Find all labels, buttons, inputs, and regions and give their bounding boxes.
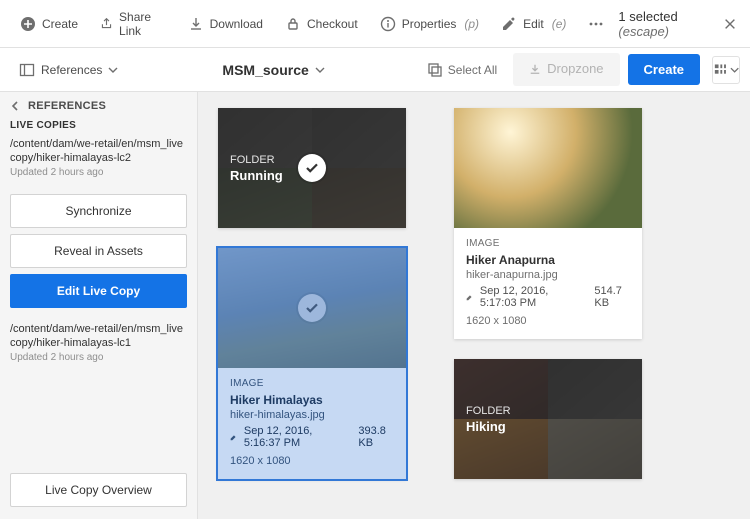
references-rail: REFERENCES LIVE COPIES /content/dam/we-r… xyxy=(0,92,198,519)
chevron-down-icon xyxy=(315,65,325,75)
action-bar: Create Share Link Download Checkout Prop… xyxy=(0,0,750,48)
check-icon[interactable] xyxy=(298,294,326,322)
plus-circle-icon xyxy=(20,16,36,32)
share-icon xyxy=(100,16,113,32)
edit-shortcut: (e) xyxy=(552,17,567,31)
card-type: FOLDER xyxy=(466,405,511,417)
create-action[interactable]: Create xyxy=(10,10,88,38)
checkout-action[interactable]: Checkout xyxy=(275,10,368,38)
card-title: Hiking xyxy=(466,419,511,435)
main-layout: REFERENCES LIVE COPIES /content/dam/we-r… xyxy=(0,92,750,519)
card-type: IMAGE xyxy=(230,378,394,389)
card-date: Sep 12, 2016, 5:17:03 PM xyxy=(480,285,581,309)
synchronize-button[interactable]: Synchronize xyxy=(10,194,187,228)
properties-action[interactable]: Properties (p) xyxy=(370,10,489,38)
chevron-left-icon[interactable] xyxy=(10,101,20,111)
card-dimensions: 1620 x 1080 xyxy=(466,315,630,327)
card-title: Hiker Anapurna xyxy=(466,253,630,267)
rail-toggle-label: References xyxy=(41,63,102,77)
more-actions[interactable] xyxy=(578,10,614,38)
pencil-icon xyxy=(466,292,474,302)
close-selection[interactable] xyxy=(720,12,740,36)
card-filename: hiker-anapurna.jpg xyxy=(466,269,630,281)
breadcrumb[interactable]: MSM_source xyxy=(222,62,324,78)
dropzone-label: Dropzone xyxy=(547,61,603,76)
card-size: 514.7 KB xyxy=(594,285,630,309)
selection-count-text: 1 selected xyxy=(618,9,677,24)
edit-live-copy-label: Edit Live Copy xyxy=(57,284,140,298)
selection-count: 1 selected (escape) xyxy=(618,9,712,39)
select-all-icon xyxy=(428,63,442,77)
livecopy-updated: Updated 2 hours ago xyxy=(10,167,187,178)
card-type: IMAGE xyxy=(466,238,630,249)
livecopy-path: /content/dam/we-retail/en/msm_livecopy/h… xyxy=(10,322,187,350)
chevron-down-icon xyxy=(730,65,739,75)
livecopy-item[interactable]: /content/dam/we-retail/en/msm_livecopy/h… xyxy=(10,322,187,363)
folder-card-running[interactable]: FOLDER Running xyxy=(218,108,406,228)
edit-action[interactable]: Edit (e) xyxy=(491,10,576,38)
create-action-label: Create xyxy=(42,17,78,31)
card-filename: hiker-himalayas.jpg xyxy=(230,409,394,421)
create-button[interactable]: Create xyxy=(628,54,700,85)
chevron-down-icon xyxy=(108,65,118,75)
card-size: 393.8 KB xyxy=(358,425,394,449)
share-link-action[interactable]: Share Link xyxy=(90,4,176,44)
card-date: Sep 12, 2016, 5:16:37 PM xyxy=(244,425,345,449)
livecopy-updated: Updated 2 hours ago xyxy=(10,352,187,363)
rail-heading-row: REFERENCES xyxy=(10,100,187,112)
assets-content: FOLDER Running xyxy=(198,92,750,519)
escape-hint: (escape) xyxy=(618,24,669,39)
properties-label: Properties xyxy=(402,17,457,31)
live-copy-overview-button[interactable]: Live Copy Overview xyxy=(10,473,187,507)
image-card-hiker-himalayas[interactable]: IMAGE Hiker Himalayas hiker-himalayas.jp… xyxy=(218,248,406,479)
info-icon xyxy=(380,16,396,32)
livecopy-path: /content/dam/we-retail/en/msm_livecopy/h… xyxy=(10,137,187,165)
select-all[interactable]: Select All xyxy=(420,59,505,81)
download-label: Download xyxy=(210,17,263,31)
reveal-label: Reveal in Assets xyxy=(54,244,143,258)
folder-card-hiking[interactable]: FOLDER Hiking xyxy=(454,359,642,479)
card-dimensions: 1620 x 1080 xyxy=(230,455,394,467)
share-link-label: Share Link xyxy=(119,10,166,38)
view-switcher[interactable] xyxy=(712,56,740,84)
card-title: Running xyxy=(230,168,283,184)
image-card-hiker-anapurna[interactable]: IMAGE Hiker Anapurna hiker-anapurna.jpg … xyxy=(454,108,642,339)
breadcrumb-label: MSM_source xyxy=(222,62,308,78)
check-icon[interactable] xyxy=(298,154,326,182)
edit-live-copy-button[interactable]: Edit Live Copy xyxy=(10,274,187,308)
rail-subheading: LIVE COPIES xyxy=(10,120,187,131)
download-icon xyxy=(188,16,204,32)
download-action[interactable]: Download xyxy=(178,10,273,38)
synchronize-label: Synchronize xyxy=(65,204,131,218)
pencil-icon xyxy=(230,432,238,442)
dropzone-button: Dropzone xyxy=(513,53,619,86)
more-icon xyxy=(588,16,604,32)
reveal-in-assets-button[interactable]: Reveal in Assets xyxy=(10,234,187,268)
card-view-icon xyxy=(713,62,728,78)
select-all-label: Select All xyxy=(448,63,497,77)
edit-label: Edit xyxy=(523,17,544,31)
rail-toggle-icon xyxy=(19,62,35,78)
livecopy-item[interactable]: /content/dam/we-retail/en/msm_livecopy/h… xyxy=(10,137,187,178)
pencil-icon xyxy=(501,16,517,32)
lock-icon xyxy=(285,16,301,32)
checkout-label: Checkout xyxy=(307,17,358,31)
secondary-bar: References MSM_source Select All Dropzon… xyxy=(0,48,750,92)
live-copy-overview-label: Live Copy Overview xyxy=(45,483,152,497)
create-button-label: Create xyxy=(644,62,684,77)
rail-heading: REFERENCES xyxy=(28,100,106,112)
rail-toggle[interactable]: References xyxy=(10,57,127,83)
card-title: Hiker Himalayas xyxy=(230,393,394,407)
dropzone-arrow-icon xyxy=(529,63,541,75)
properties-shortcut: (p) xyxy=(464,17,479,31)
card-type: FOLDER xyxy=(230,154,275,166)
